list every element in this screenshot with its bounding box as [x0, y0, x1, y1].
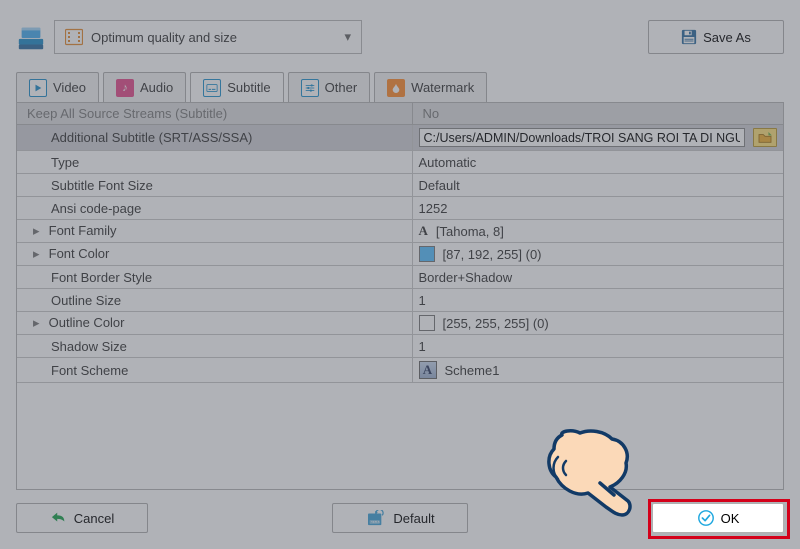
table-row[interactable]: ▸ Font Color[87, 192, 255] (0) — [17, 243, 783, 266]
property-value[interactable]: Default — [412, 174, 783, 197]
property-label: Additional Subtitle (SRT/ASS/SSA) — [17, 125, 412, 151]
tab-watermark[interactable]: Watermark — [374, 72, 487, 102]
property-label: ▸ Outline Color — [17, 312, 412, 335]
default-icon: DEFAULT — [365, 510, 387, 526]
expand-icon[interactable]: ▸ — [33, 246, 45, 262]
subtitle-icon — [203, 79, 221, 97]
grid-header-left[interactable]: Keep All Source Streams (Subtitle) — [17, 103, 412, 125]
sliders-icon — [301, 79, 319, 97]
save-icon — [681, 29, 697, 45]
table-row[interactable]: Ansi code-page1252 — [17, 197, 783, 220]
property-label: Font Scheme — [17, 358, 412, 383]
check-circle-icon — [697, 509, 715, 527]
property-grid: Keep All Source Streams (Subtitle) No Ad… — [16, 102, 784, 490]
scheme-icon: A — [419, 361, 437, 379]
tab-audio[interactable]: ♪ Audio — [103, 72, 186, 102]
preset-label: Optimum quality and size — [91, 30, 237, 45]
property-label: ▸ Font Color — [17, 243, 412, 266]
property-label: Ansi code-page — [17, 197, 412, 220]
save-as-label: Save As — [703, 30, 751, 45]
grid-header-right[interactable]: No — [412, 103, 783, 125]
color-swatch — [419, 246, 435, 262]
svg-text:DEFAULT: DEFAULT — [369, 520, 381, 524]
browse-button[interactable] — [753, 128, 777, 147]
droplet-icon — [387, 79, 405, 97]
property-value[interactable]: 1 — [412, 289, 783, 312]
property-label: Font Border Style — [17, 266, 412, 289]
app-icon — [16, 22, 46, 52]
expand-icon[interactable]: ▸ — [33, 223, 45, 239]
tab-video[interactable]: Video — [16, 72, 99, 102]
expand-icon[interactable]: ▸ — [33, 315, 45, 331]
cancel-button[interactable]: Cancel — [16, 503, 148, 533]
property-value[interactable]: Border+Shadow — [412, 266, 783, 289]
table-row[interactable]: Additional Subtitle (SRT/ASS/SSA) — [17, 125, 783, 151]
property-value[interactable]: [87, 192, 255] (0) — [412, 243, 783, 266]
ok-button[interactable]: OK — [652, 503, 784, 533]
table-row[interactable]: ▸ Outline Color[255, 255, 255] (0) — [17, 312, 783, 335]
subtitle-path-input[interactable] — [419, 128, 746, 147]
default-button[interactable]: DEFAULT Default — [332, 503, 468, 533]
property-label: Type — [17, 151, 412, 174]
table-row[interactable]: ▸ Font FamilyA[Tahoma, 8] — [17, 220, 783, 243]
property-value[interactable]: [255, 255, 255] (0) — [412, 312, 783, 335]
tab-other[interactable]: Other — [288, 72, 371, 102]
table-row[interactable]: Shadow Size1 — [17, 335, 783, 358]
property-value[interactable]: A[Tahoma, 8] — [412, 220, 783, 243]
video-icon — [29, 79, 47, 97]
music-icon: ♪ — [116, 79, 134, 97]
table-row[interactable]: Font Border StyleBorder+Shadow — [17, 266, 783, 289]
property-label: Shadow Size — [17, 335, 412, 358]
property-value[interactable]: AScheme1 — [412, 358, 783, 383]
property-value[interactable]: Automatic — [412, 151, 783, 174]
property-label: Subtitle Font Size — [17, 174, 412, 197]
property-label: Outline Size — [17, 289, 412, 312]
font-icon: A — [419, 223, 428, 239]
chevron-down-icon: ▾ — [344, 29, 351, 45]
property-value[interactable] — [412, 125, 783, 151]
property-value[interactable]: 1252 — [412, 197, 783, 220]
table-row[interactable]: Font SchemeAScheme1 — [17, 358, 783, 383]
tab-subtitle[interactable]: Subtitle — [190, 72, 283, 102]
color-swatch — [419, 315, 435, 331]
table-row[interactable]: TypeAutomatic — [17, 151, 783, 174]
property-label: ▸ Font Family — [17, 220, 412, 243]
property-value[interactable]: 1 — [412, 335, 783, 358]
preset-select[interactable]: Optimum quality and size ▾ — [54, 20, 362, 54]
save-as-button[interactable]: Save As — [648, 20, 784, 54]
undo-arrow-icon — [50, 510, 68, 526]
table-row[interactable]: Outline Size1 — [17, 289, 783, 312]
table-row[interactable]: Subtitle Font SizeDefault — [17, 174, 783, 197]
